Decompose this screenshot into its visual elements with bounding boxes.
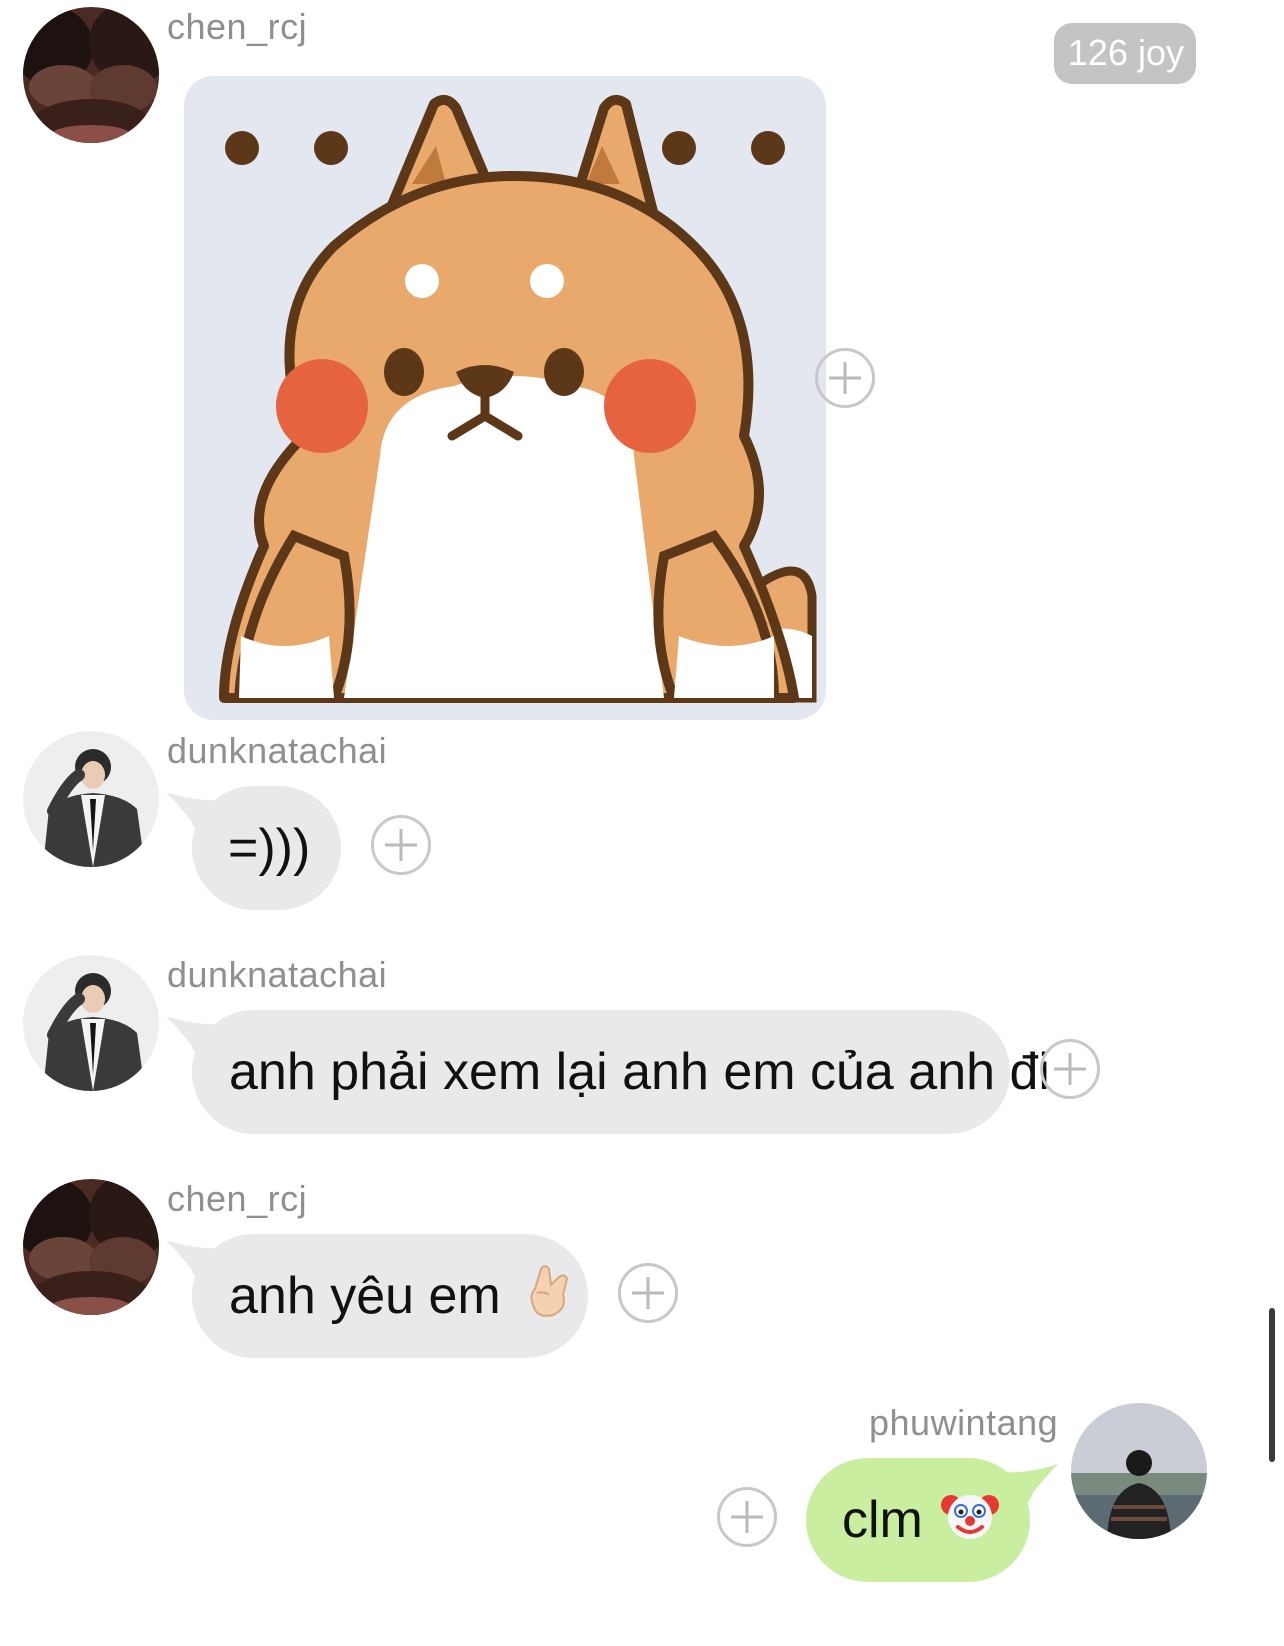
message-text: anh phải xem lại anh em của anh đi: [229, 1043, 1050, 1101]
username: chen_rcj: [167, 6, 308, 47]
username: phuwintang: [869, 1402, 1059, 1443]
avatar[interactable]: [1071, 1403, 1207, 1539]
clown-face-emoji: [940, 1485, 999, 1556]
message-bubble[interactable]: clm: [806, 1458, 1030, 1582]
message-bubble[interactable]: anh phải xem lại anh em của anh đi: [192, 1010, 1050, 1134]
username: dunknatachai: [167, 954, 388, 995]
joy-badge[interactable]: 126 joy: [1053, 23, 1196, 84]
add-reaction-button[interactable]: [371, 815, 431, 875]
avatar[interactable]: [23, 731, 159, 867]
add-reaction-button[interactable]: [618, 1263, 678, 1323]
shiba-dog-sticker[interactable]: [184, 76, 826, 720]
message-bubble[interactable]: anh yêu em: [192, 1234, 588, 1358]
add-reaction-button[interactable]: [815, 348, 875, 408]
scrollbar[interactable]: [1269, 1308, 1275, 1462]
message-bubble[interactable]: =))): [192, 786, 341, 910]
avatar[interactable]: [23, 1179, 159, 1315]
username: chen_rcj: [167, 1178, 308, 1219]
add-reaction-button[interactable]: [1040, 1039, 1100, 1099]
finger-heart-emoji: [527, 1261, 573, 1332]
username: dunknatachai: [167, 730, 388, 771]
add-reaction-button[interactable]: [717, 1487, 777, 1547]
avatar[interactable]: [23, 955, 159, 1091]
avatar[interactable]: [23, 7, 159, 143]
message-text: anh yêu em: [229, 1267, 501, 1325]
message-text: =))): [228, 819, 311, 877]
message-text: clm: [842, 1491, 923, 1549]
